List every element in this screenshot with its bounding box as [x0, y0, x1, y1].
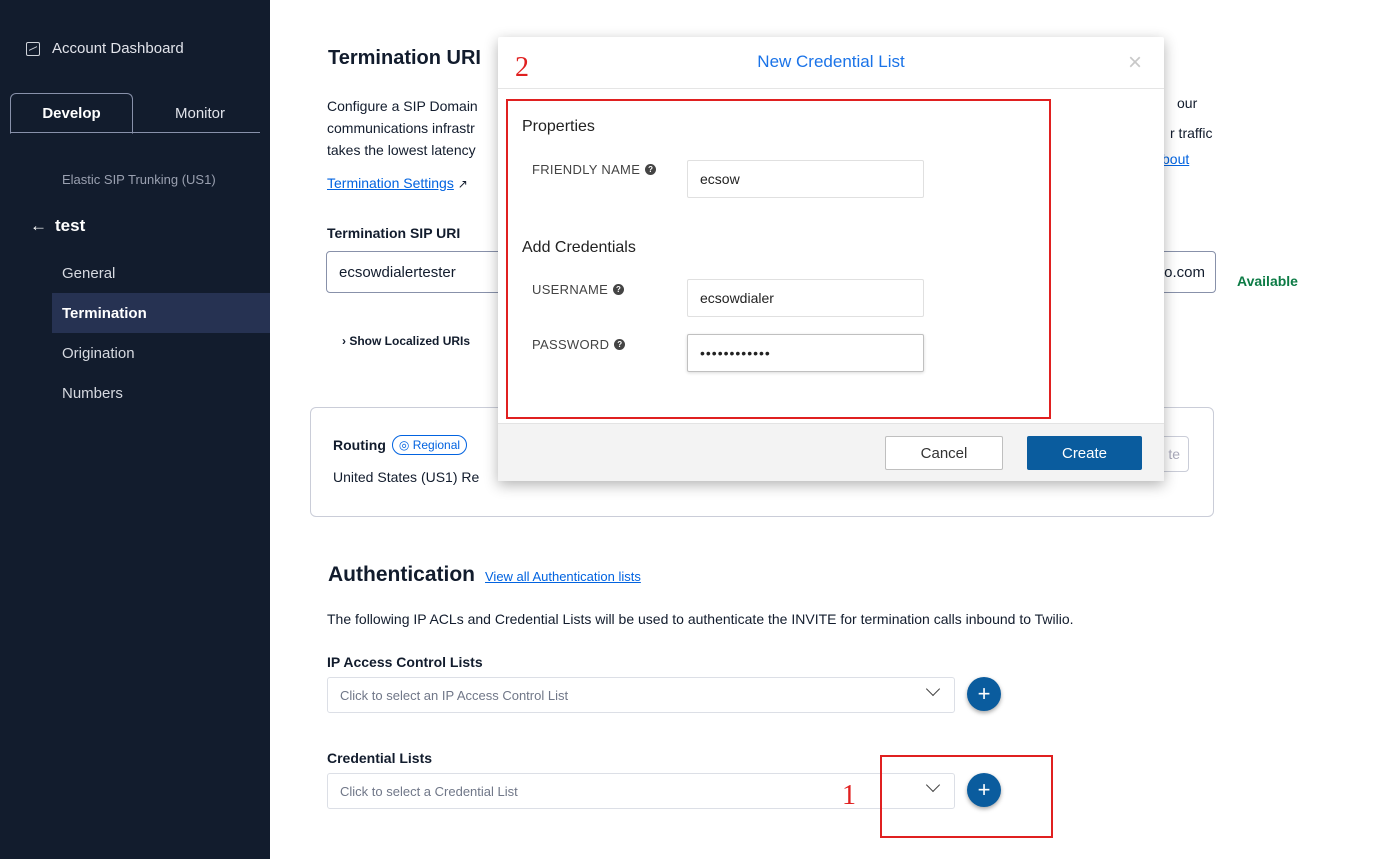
sidebar-item-termination[interactable]: Termination [52, 293, 270, 333]
plus-icon: + [977, 681, 991, 706]
desc-right-link-fragment[interactable]: bout [1162, 151, 1189, 167]
routing-title: Routing ◎ Regional [333, 435, 468, 455]
show-localized-label: Show Localized URIs [349, 334, 471, 348]
show-localized-uris-toggle[interactable]: › Show Localized URIs [342, 334, 470, 348]
annotation-box-1 [880, 755, 1053, 838]
globe-icon: ◎ [398, 438, 410, 452]
sidebar-item-numbers[interactable]: Numbers [52, 373, 270, 413]
desc-line-1: Configure a SIP Domain [327, 98, 478, 114]
credential-list-select[interactable]: Click to select a Credential List [327, 773, 955, 809]
desc-line-2: communications infrastr [327, 120, 475, 136]
desc-right-fragment-2: r traffic [1170, 125, 1213, 141]
external-link-icon: ↗ [457, 177, 468, 191]
product-link[interactable]: Elastic SIP Trunking (US1) [62, 172, 216, 187]
sip-uri-label: Termination SIP URI [327, 225, 461, 241]
routing-text: United States (US1) Re [333, 469, 480, 485]
trunk-name: test [55, 216, 86, 235]
cancel-button[interactable]: Cancel [885, 436, 1003, 470]
sidebar-item-origination[interactable]: Origination [52, 333, 270, 373]
sidebar-item-general[interactable]: General [52, 253, 270, 293]
tab-develop[interactable]: Develop [10, 93, 133, 134]
ip-acl-select[interactable]: Click to select an IP Access Control Lis… [327, 677, 955, 713]
close-icon[interactable]: × [1128, 49, 1142, 77]
regional-badge: ◎ Regional [391, 435, 468, 455]
authentication-title: Authentication View all Authentication l… [328, 563, 641, 587]
regional-badge-label: Regional [412, 438, 461, 452]
desc-right-fragment-1: our [1177, 95, 1198, 111]
view-all-auth-lists-link[interactable]: View all Authentication lists [485, 569, 641, 584]
sidebar-tabs: Develop Monitor [10, 93, 260, 134]
annotation-number-2: 2 [515, 52, 529, 83]
arrow-left-icon: ← [30, 216, 47, 235]
account-dashboard-label: Account Dashboard [52, 40, 184, 57]
termination-uri-title: Termination URI [328, 47, 481, 69]
ip-acl-label: IP Access Control Lists [327, 654, 483, 670]
account-dashboard-link[interactable]: Account Dashboard [26, 40, 184, 57]
termination-settings-link[interactable]: Termination Settings ↗ [327, 172, 468, 195]
back-to-trunk[interactable]: ← test [30, 216, 85, 236]
authentication-title-text: Authentication [328, 563, 475, 586]
tab-monitor[interactable]: Monitor [145, 93, 255, 134]
add-ip-acl-button[interactable]: + [967, 677, 1001, 711]
annotation-number-1: 1 [842, 780, 856, 811]
chevron-down-icon [925, 681, 941, 697]
modal-footer: Cancel Create [498, 423, 1164, 481]
modal-title: New Credential List [757, 52, 905, 71]
desc-line-3: takes the lowest latency [327, 142, 476, 158]
credential-lists-label: Credential Lists [327, 750, 433, 766]
sip-uri-suffix: o.com [1164, 264, 1205, 281]
availability-status: Available [1237, 273, 1298, 289]
annotation-box-2 [506, 99, 1051, 419]
create-button[interactable]: Create [1027, 436, 1142, 470]
modal-header: New Credential List × [498, 37, 1164, 89]
authentication-description: The following IP ACLs and Credential Lis… [327, 611, 1074, 627]
routing-title-text: Routing [333, 437, 386, 453]
sip-uri-value: ecsowdialertester [339, 263, 456, 281]
credential-list-placeholder: Click to select a Credential List [340, 783, 518, 799]
dashboard-icon [26, 41, 40, 56]
sidebar-nav: General Termination Origination Numbers [52, 253, 270, 413]
ip-acl-placeholder: Click to select an IP Access Control Lis… [340, 687, 569, 703]
sidebar: Account Dashboard Develop Monitor Elasti… [0, 0, 270, 859]
